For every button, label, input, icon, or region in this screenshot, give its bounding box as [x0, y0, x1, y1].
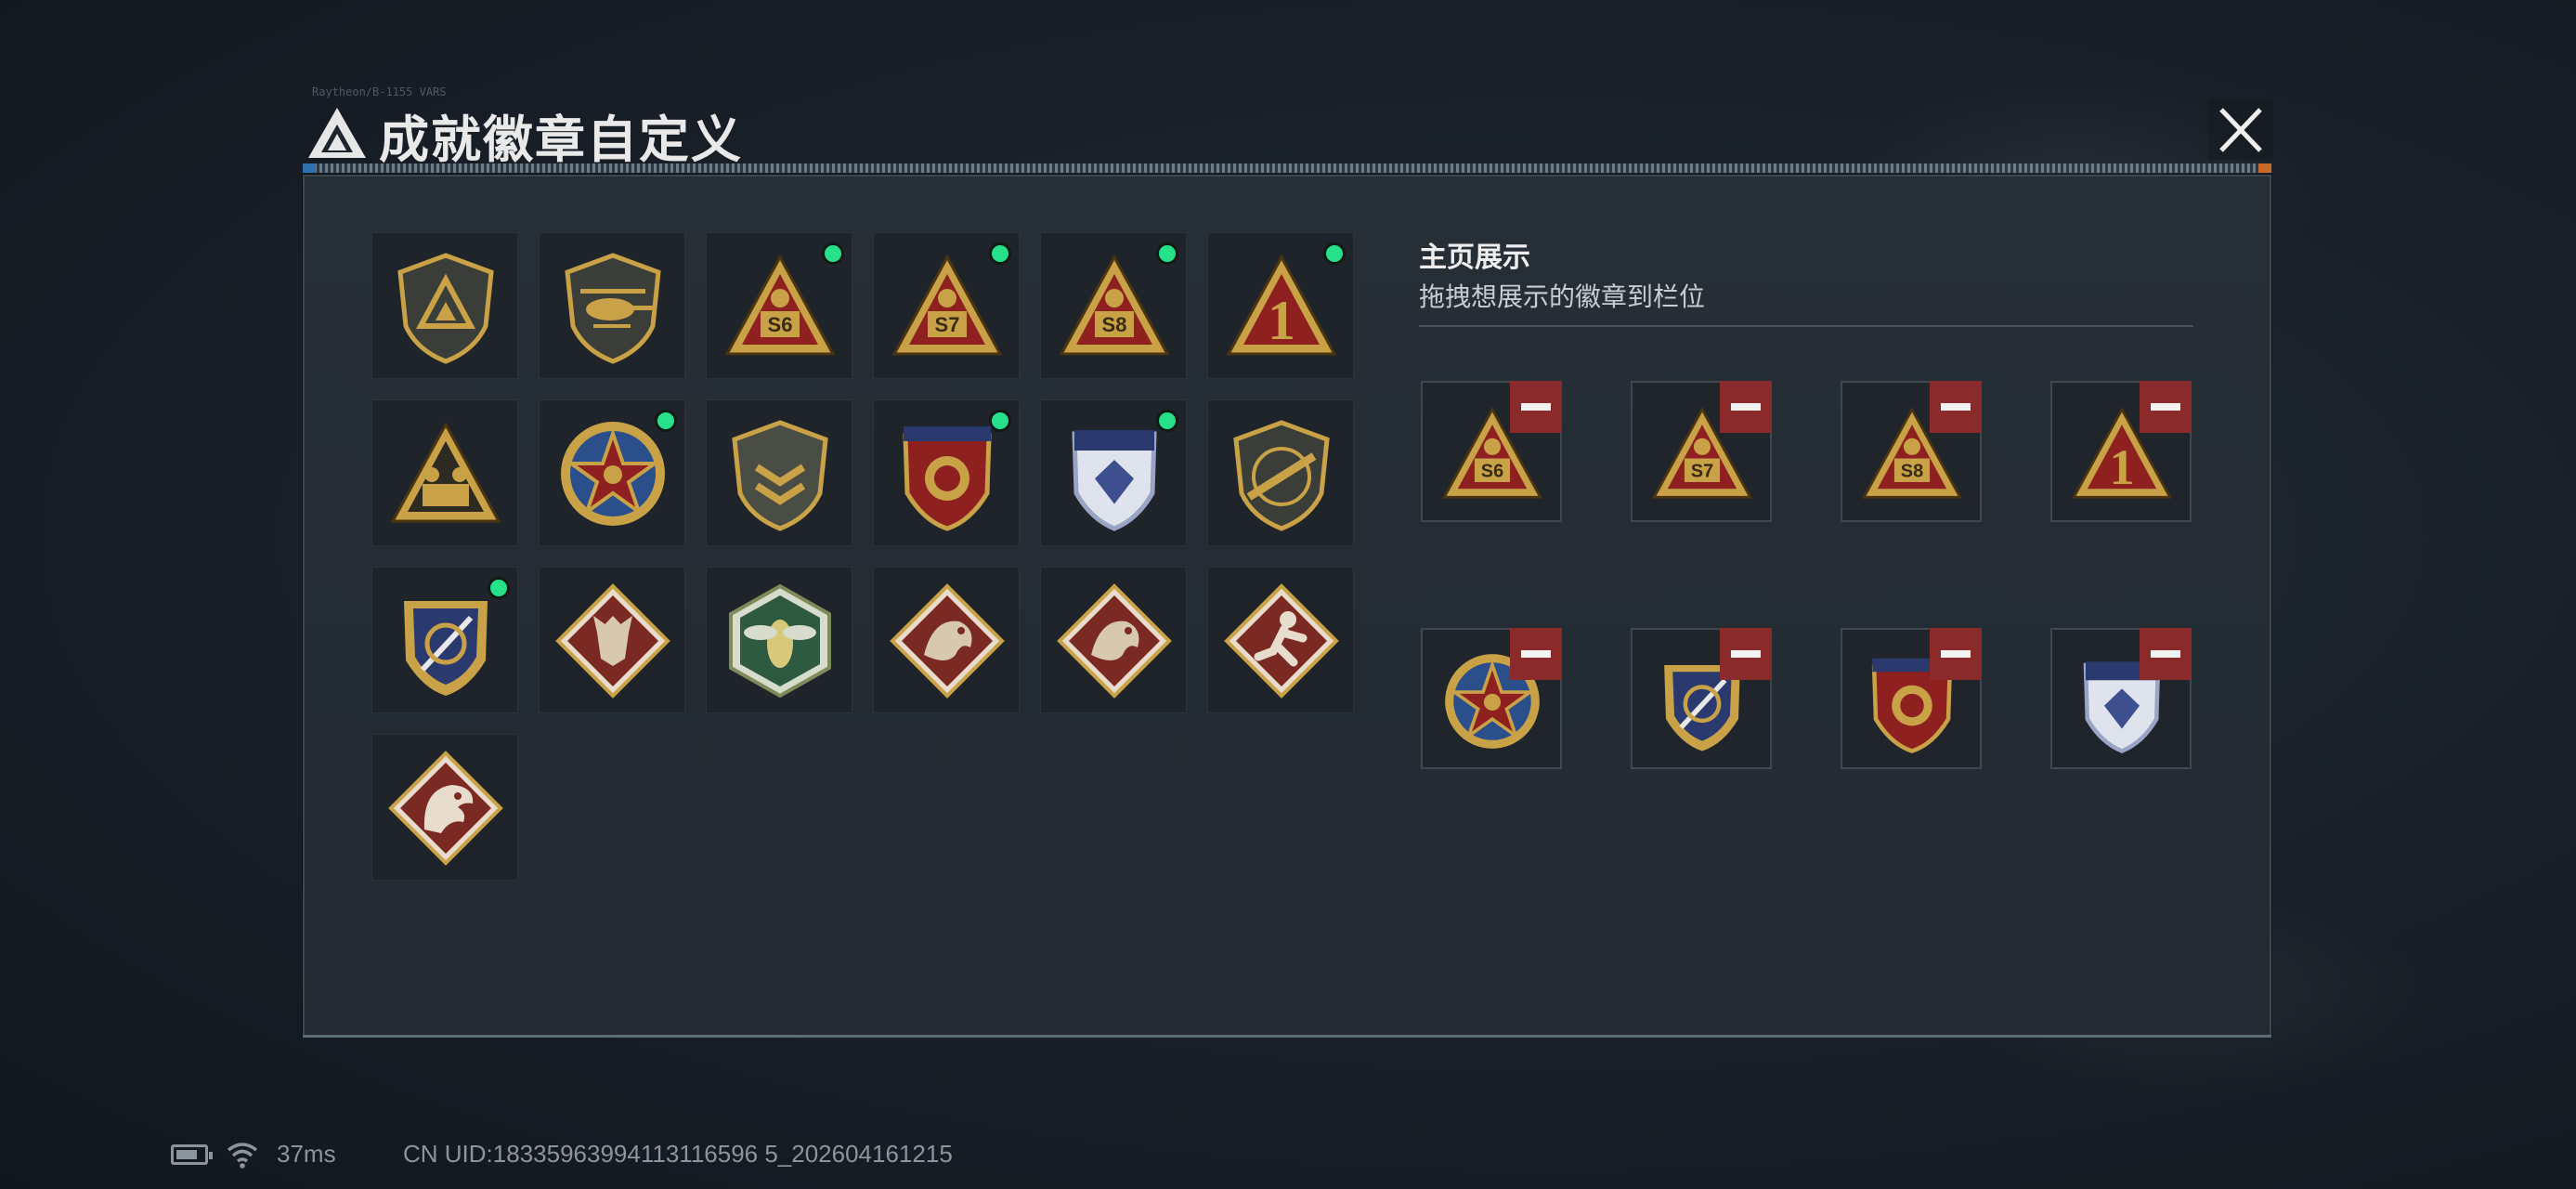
close-button[interactable]: [2208, 100, 2273, 160]
dialog-title: 成就徽章自定义: [379, 112, 743, 168]
badge-cell-runner-diamond[interactable]: [1207, 567, 1354, 713]
red-laurel-shield-badge-icon: [903, 426, 992, 531]
svg-text:1: 1: [1268, 290, 1295, 351]
showcase-slot-6[interactable]: [1631, 628, 1772, 769]
blue-diamond-shield-badge-icon: [1072, 430, 1157, 531]
showcase-title: 主页展示: [1419, 242, 1530, 273]
panel-bottom-border: [303, 1035, 2271, 1038]
title-accent-right: [2258, 163, 2271, 173]
hornet-hexagon-badge-icon: [729, 583, 831, 699]
remove-badge-button[interactable]: [2140, 381, 2192, 433]
badge-cell-s6-triangle[interactable]: S6: [706, 232, 852, 379]
badge-cell-star-medal[interactable]: [539, 399, 685, 546]
new-indicator-dot: [488, 577, 510, 599]
s6-triangle-badge-icon: S6: [724, 254, 836, 356]
showcase-slot-8[interactable]: [2050, 628, 2192, 769]
raptor-diamond-badge-icon: [388, 751, 503, 866]
new-indicator-dot: [822, 242, 844, 265]
badge-cell-squad-triangle[interactable]: [371, 399, 518, 546]
showcase-slot-7[interactable]: [1841, 628, 1982, 769]
new-indicator-dot: [1156, 242, 1178, 265]
s7-triangle-badge-icon: S7: [891, 254, 1003, 356]
rank-1-triangle-badge-icon: 1: [1226, 254, 1337, 356]
title-accent-left: [303, 163, 316, 173]
badge-cell-tri-logo-shield[interactable]: [371, 232, 518, 379]
battery-icon: [171, 1144, 213, 1165]
badge-cell-rifle-shield[interactable]: [1207, 399, 1354, 546]
showcase-divider: [1419, 325, 2193, 327]
dragon-diamond-b-badge-icon: [1057, 583, 1172, 699]
badge-cell-dragon-diamond-b[interactable]: [1040, 567, 1187, 713]
player-uid: CN UID:18335963994113116596 5_2026041612…: [403, 1140, 953, 1168]
showcase-subtitle: 拖拽想展示的徽章到栏位: [1419, 282, 1706, 311]
badge-cell-blue-diamond-shield[interactable]: [1040, 399, 1187, 546]
svg-text:S8: S8: [1102, 313, 1127, 336]
svg-text:1: 1: [2109, 438, 2134, 495]
new-indicator-dot: [989, 242, 1011, 265]
badge-cell-hornet-hexagon[interactable]: [706, 567, 852, 713]
svg-text:S8: S8: [1901, 462, 1923, 482]
badge-cell-helicopter-shield[interactable]: [539, 232, 685, 379]
new-indicator-dot: [989, 410, 1011, 432]
wifi-icon: [227, 1143, 258, 1169]
ping-value: 37ms: [277, 1140, 336, 1168]
helicopter-shield-badge-icon: [565, 253, 661, 364]
showcase-slot-1[interactable]: S6: [1421, 381, 1562, 522]
badge-cell-s8-triangle[interactable]: S8: [1040, 232, 1187, 379]
showcase-slot-2[interactable]: S7: [1631, 381, 1772, 522]
showcase-slot-4[interactable]: 1: [2050, 381, 2192, 522]
badge-cell-wolf-diamond[interactable]: [539, 567, 685, 713]
remove-badge-button[interactable]: [1720, 628, 1772, 680]
badge-cell-dragon-diamond-a[interactable]: [873, 567, 1020, 713]
gold-sword-shield-badge-icon: [404, 601, 488, 696]
dialog-title-bar: Raytheon/B-1155 VARS 成就徽章自定义: [303, 85, 2271, 173]
title-divider-stripe: [303, 163, 2271, 173]
remove-badge-button[interactable]: [1930, 381, 1982, 433]
svg-text:S7: S7: [1691, 462, 1713, 482]
badge-inventory-grid: S6 S7 S8 1: [371, 232, 1354, 882]
showcase-slot-3[interactable]: S8: [1841, 381, 1982, 522]
title-serial: Raytheon/B-1155 VARS: [312, 85, 447, 98]
close-icon: [2219, 108, 2262, 152]
new-indicator-dot: [1156, 410, 1178, 432]
wolf-diamond-badge-icon: [555, 583, 670, 699]
delta-logo-icon: [308, 108, 366, 158]
svg-text:S6: S6: [768, 313, 793, 336]
badge-cell-rank-1-triangle[interactable]: 1: [1207, 232, 1354, 379]
tri-logo-shield-badge-icon: [397, 253, 494, 364]
badge-cell-gold-sword-shield[interactable]: [371, 567, 518, 713]
dragon-diamond-a-badge-icon: [890, 583, 1005, 699]
s8-triangle-badge-icon: S8: [1059, 254, 1170, 356]
svg-text:S7: S7: [935, 313, 960, 336]
status-bar: 37ms CN UID:18335963994113116596 5_20260…: [167, 1135, 1096, 1172]
showcase-slot-5[interactable]: [1421, 628, 1562, 769]
new-indicator-dot: [655, 410, 677, 432]
badge-cell-s7-triangle[interactable]: S7: [873, 232, 1020, 379]
remove-badge-button[interactable]: [2140, 628, 2192, 680]
badge-cell-red-laurel-shield[interactable]: [873, 399, 1020, 546]
runner-diamond-badge-icon: [1224, 583, 1339, 699]
remove-badge-button[interactable]: [1510, 628, 1562, 680]
badge-cell-chevron-shield[interactable]: [706, 399, 852, 546]
badge-cell-raptor-diamond[interactable]: [371, 734, 518, 881]
new-indicator-dot: [1323, 242, 1346, 265]
rifle-shield-badge-icon: [1233, 420, 1330, 531]
remove-badge-button[interactable]: [1510, 381, 1562, 433]
chevron-shield-badge-icon: [732, 420, 828, 531]
remove-badge-button[interactable]: [1720, 381, 1772, 433]
svg-text:S6: S6: [1481, 462, 1503, 482]
remove-badge-button[interactable]: [1930, 628, 1982, 680]
star-medal-badge-icon: [561, 422, 665, 526]
squad-triangle-badge-icon: [390, 421, 501, 523]
